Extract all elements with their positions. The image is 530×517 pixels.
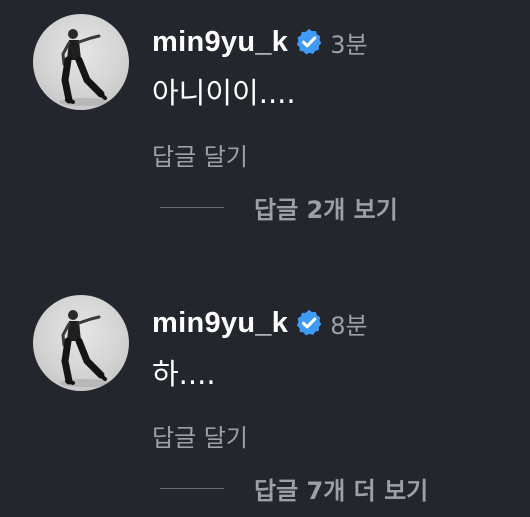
view-replies-button[interactable]: 답글 7개 더 보기 [160,471,428,506]
reply-button[interactable]: 답글 달기 [152,137,248,172]
divider-line [160,207,224,208]
timestamp: 3분 [330,30,368,59]
comment-text: 아니이이.... [152,76,296,110]
verified-badge-icon [297,309,322,336]
profile-photo-figure [59,310,111,387]
timestamp: 8분 [330,311,368,340]
view-replies-label: 답글 2개 보기 [254,196,398,224]
divider-line [160,488,224,489]
verified-badge-icon [297,28,322,55]
username[interactable]: min9yu_k [152,307,288,340]
reply-button[interactable]: 답글 달기 [152,418,248,453]
username[interactable]: min9yu_k [152,26,288,59]
avatar[interactable] [33,295,129,391]
comment-text: 하.... [152,357,216,391]
view-replies-label: 답글 7개 더 보기 [254,477,429,505]
avatar[interactable] [33,14,129,110]
comment-header: min9yu_k 3분 [152,22,368,62]
comment-header: min9yu_k 8분 [152,303,368,343]
profile-photo-figure [59,29,111,106]
view-replies-button[interactable]: 답글 2개 보기 [160,190,398,225]
